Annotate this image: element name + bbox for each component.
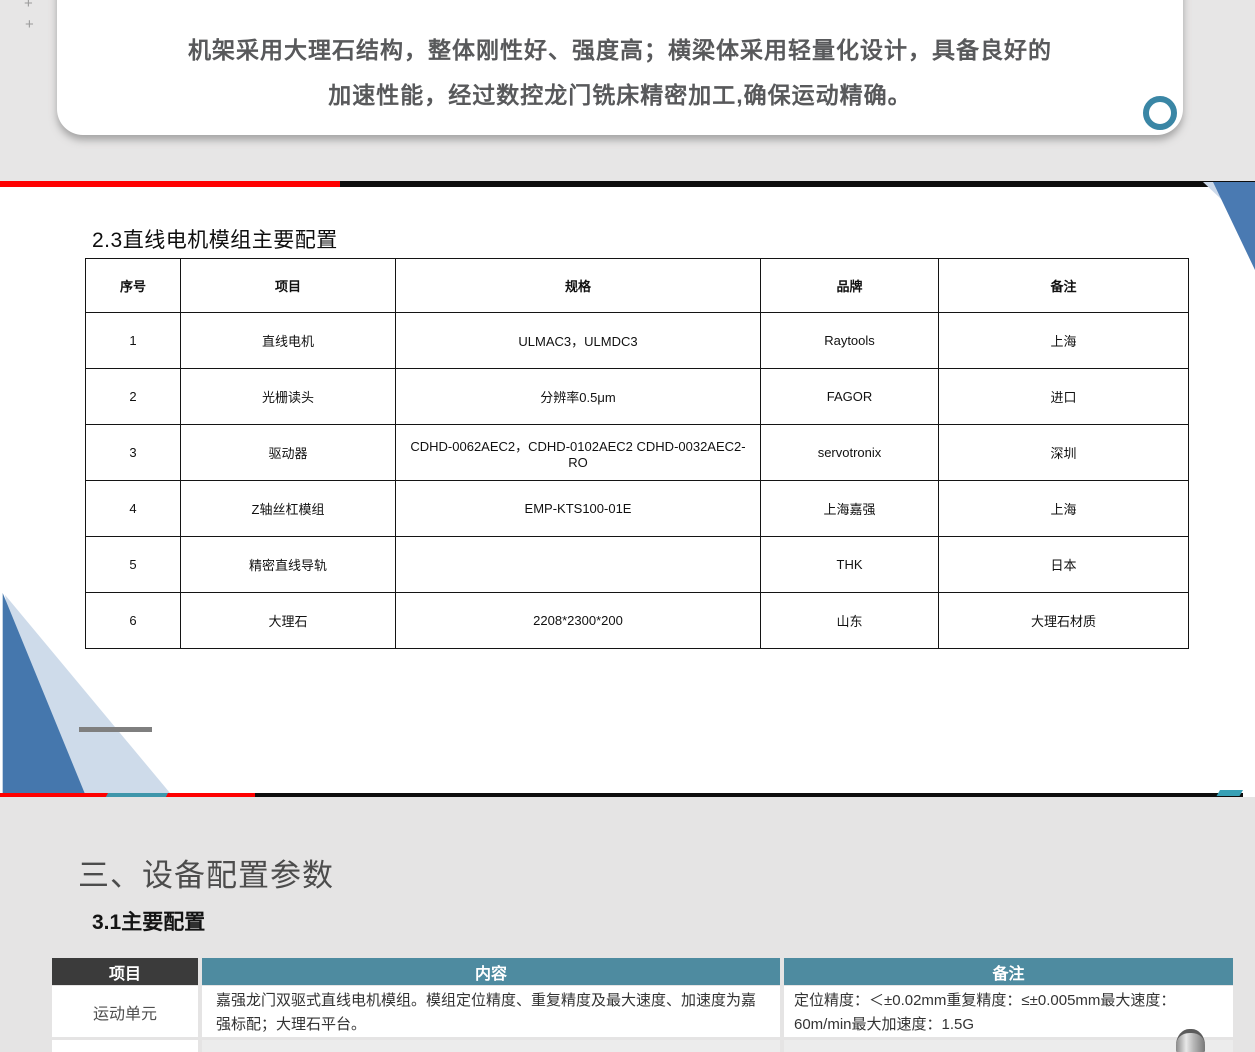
config-content: 嘉强龙门双驱式直线电机模组。模组定位精度、重复精度及最大速度、加速度为嘉强标配；… [202, 986, 780, 1037]
table-cell: 日本 [939, 537, 1189, 593]
table-row: 6 大理石 2208*2300*200 山东 大理石材质 [86, 593, 1189, 649]
config-remark: 定位精度：＜±0.02mm重复精度：≤±0.005mm最大速度：60m/min最… [784, 986, 1233, 1037]
table-cell: 2208*2300*200 [396, 593, 761, 649]
column-header: 项目 [181, 259, 396, 313]
top-gray-band: + + 机架采用大理石结构，整体刚性好、强度高；横梁体采用轻量化设计，具备良好的… [0, 0, 1255, 187]
config-header-row: 项目 内容 备注 [52, 958, 1233, 985]
config-item-label: 加工行程 [52, 1040, 198, 1052]
table-row: 5 精密直线导轨 THK 日本 [86, 537, 1189, 593]
table-cell: 进口 [939, 369, 1189, 425]
table-cell: Raytools [761, 313, 939, 369]
intro-line-1: 机架采用大理石结构，整体刚性好、强度高；横梁体采用轻量化设计，具备良好的 [57, 28, 1183, 73]
table-cell: 分辨率0.5μm [396, 369, 761, 425]
section-3-1-subheading: 3.1主要配置 [92, 906, 205, 936]
table-cell: servotronix [761, 425, 939, 481]
table-cell: 3 [86, 425, 181, 481]
table-header-row: 序号 项目 规格 品牌 备注 [86, 259, 1189, 313]
table-cell: 大理石 [181, 593, 396, 649]
column-header: 内容 [202, 958, 780, 985]
table-row: 2 光栅读头 分辨率0.5μm FAGOR 进口 [86, 369, 1189, 425]
table-cell: 精密直线导轨 [181, 537, 396, 593]
column-header: 规格 [396, 259, 761, 313]
plus-marker-icon: + [24, 0, 33, 11]
table-cell: 4 [86, 481, 181, 537]
table-row: 1 直线电机 ULMAC3，ULMDC3 Raytools 上海 [86, 313, 1189, 369]
table-cell: 上海 [939, 481, 1189, 537]
column-header: 项目 [52, 958, 198, 985]
table-cell: 2 [86, 369, 181, 425]
linear-motor-config-table: 序号 项目 规格 品牌 备注 1 直线电机 ULMAC3，ULMDC3 Rayt… [85, 258, 1189, 649]
column-header: 备注 [939, 259, 1189, 313]
gray-dash-divider [79, 727, 152, 732]
table-cell: 大理石材质 [939, 593, 1189, 649]
ring-icon [1143, 96, 1177, 130]
section-3-heading: 三、设备配置参数 [78, 850, 334, 895]
table-cell: 上海嘉强 [761, 481, 939, 537]
config-row-stroke: 加工行程 [52, 1040, 1233, 1052]
intro-card-text: 机架采用大理石结构，整体刚性好、强度高；横梁体采用轻量化设计，具备良好的 加速性… [57, 28, 1183, 118]
table-cell: EMP-KTS100-01E [396, 481, 761, 537]
table-cell: THK [761, 537, 939, 593]
table-cell: 光栅读头 [181, 369, 396, 425]
column-header: 序号 [86, 259, 181, 313]
table-cell: 5 [86, 537, 181, 593]
table-cell: 1 [86, 313, 181, 369]
teal-accent-right-icon [1217, 790, 1243, 796]
column-header: 备注 [784, 958, 1233, 985]
table-cell: FAGOR [761, 369, 939, 425]
document-page: + + 机架采用大理石结构，整体刚性好、强度高；横梁体采用轻量化设计，具备良好的… [0, 0, 1255, 1052]
config-remark [784, 1040, 1233, 1052]
table-cell: 驱动器 [181, 425, 396, 481]
table-cell: ULMAC3，ULMDC3 [396, 313, 761, 369]
config-row-motion-unit: 运动单元 嘉强龙门双驱式直线电机模组。模组定位精度、重复精度及最大速度、加速度为… [52, 986, 1233, 1037]
config-item-label: 运动单元 [52, 986, 198, 1037]
column-header: 品牌 [761, 259, 939, 313]
intro-line-2: 加速性能，经过数控龙门铣床精密加工,确保运动精确。 [57, 73, 1183, 118]
table-cell: Z轴丝杠模组 [181, 481, 396, 537]
table-cell: 6 [86, 593, 181, 649]
intro-card: 机架采用大理石结构，整体刚性好、强度高；横梁体采用轻量化设计，具备良好的 加速性… [57, 0, 1183, 135]
section-2-3-title: 2.3直线电机模组主要配置 [92, 224, 338, 254]
table-cell: CDHD-0062AEC2，CDHD-0102AEC2 CDHD-0032AEC… [396, 425, 761, 481]
config-content [202, 1040, 780, 1052]
table-row: 3 驱动器 CDHD-0062AEC2，CDHD-0102AEC2 CDHD-0… [86, 425, 1189, 481]
table-cell [396, 537, 761, 593]
table-cell: 山东 [761, 593, 939, 649]
table-cell: 深圳 [939, 425, 1189, 481]
main-config-table: 项目 内容 备注 运动单元 嘉强龙门双驱式直线电机模组。模组定位精度、重复精度及… [52, 958, 1233, 1052]
plus-marker-icon: + [25, 17, 34, 32]
table-cell: 直线电机 [181, 313, 396, 369]
table-row: 4 Z轴丝杠模组 EMP-KTS100-01E 上海嘉强 上海 [86, 481, 1189, 537]
nozzle-photo [1176, 1029, 1205, 1052]
table-cell: 上海 [939, 313, 1189, 369]
